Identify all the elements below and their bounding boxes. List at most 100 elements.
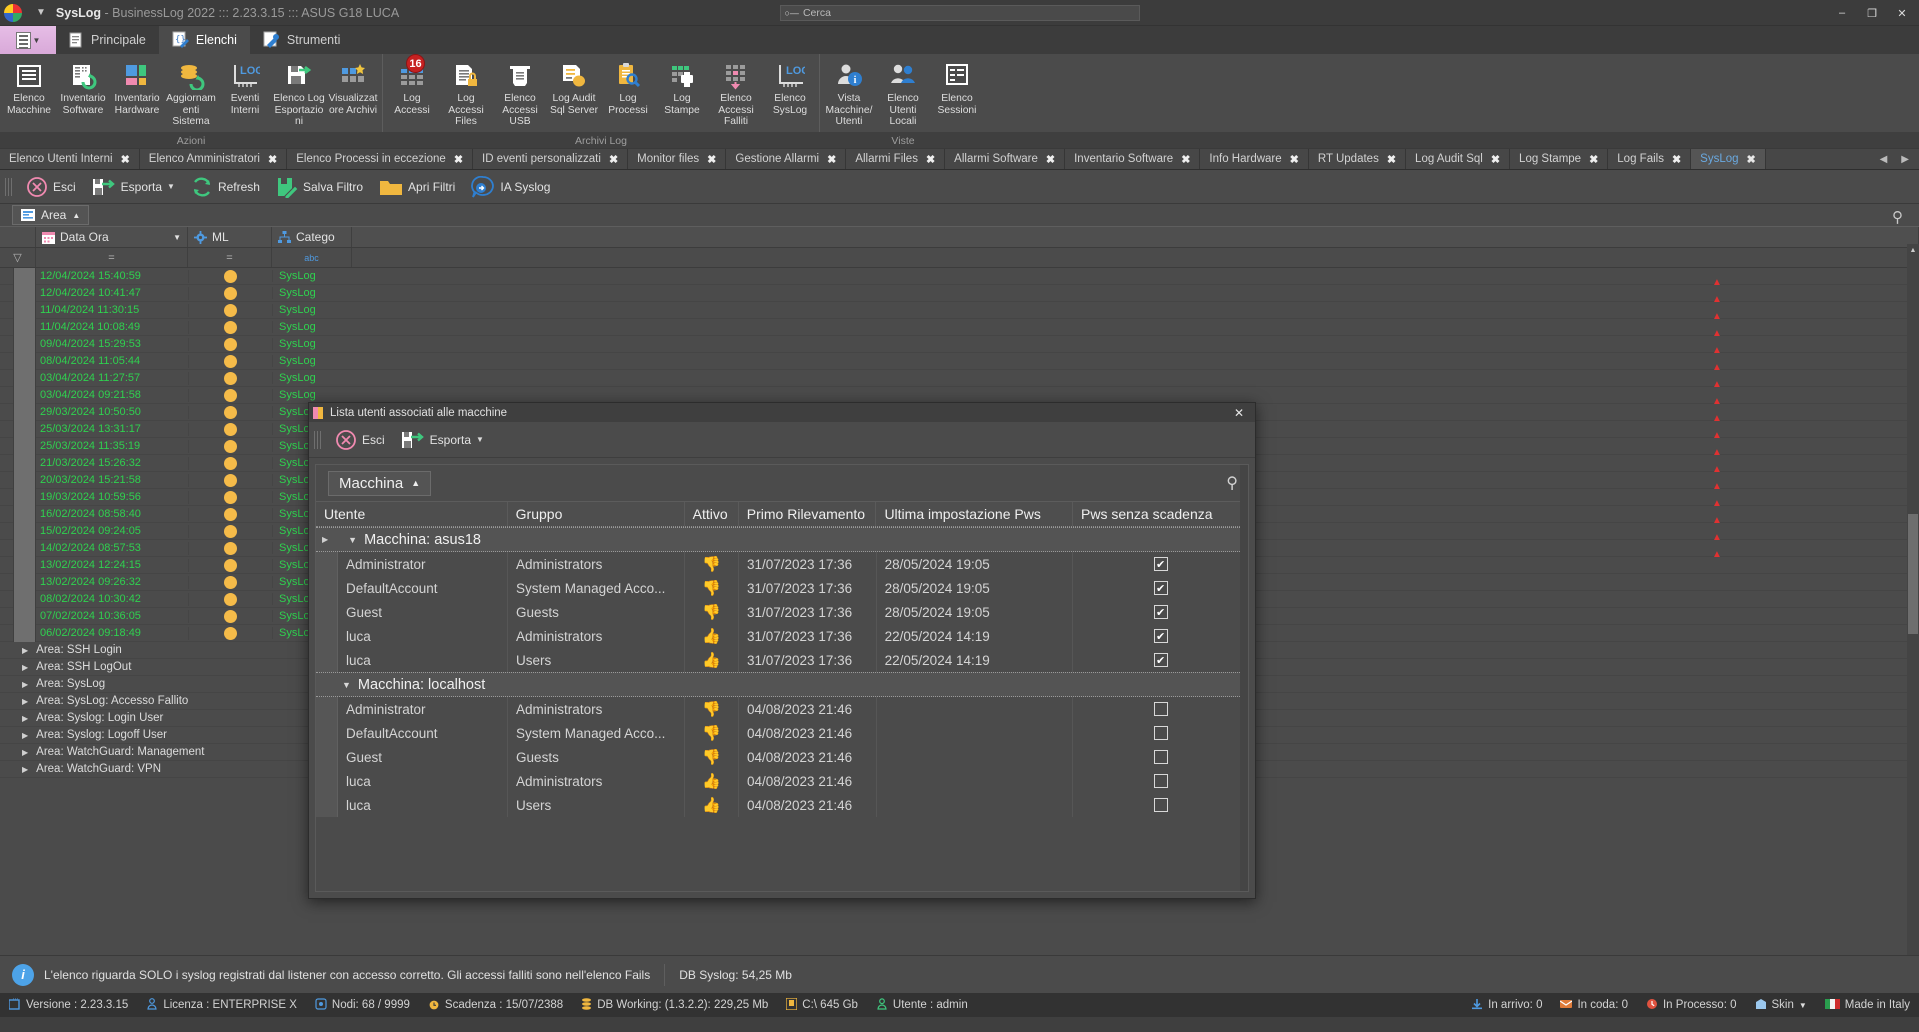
- chevron-down-icon[interactable]: ▼: [173, 233, 181, 242]
- pws-checkbox[interactable]: [1153, 750, 1168, 764]
- filter-cell-categoria[interactable]: abc: [272, 248, 352, 267]
- ribbon-button-aggiornamenti-sistema[interactable]: Aggiornamenti Sistema: [164, 54, 218, 132]
- pws-checkbox[interactable]: [1153, 726, 1168, 740]
- scroll-up-arrow[interactable]: ▲: [1907, 244, 1919, 256]
- file-menu-button[interactable]: ▼: [0, 26, 56, 54]
- document-tab-close-icon[interactable]: ✖: [1290, 153, 1299, 166]
- pws-checkbox[interactable]: ✔: [1153, 557, 1168, 571]
- dialog-toolbar-grip[interactable]: [314, 430, 322, 449]
- grid-row[interactable]: 03/04/2024 11:27:57 SysLog ▲: [0, 369, 1919, 390]
- pws-checkbox[interactable]: ✔: [1153, 605, 1168, 619]
- document-tab-close-icon[interactable]: ✖: [609, 153, 618, 166]
- ribbon-button-elenco-utenti-locali[interactable]: Elenco Utenti Locali: [876, 54, 930, 132]
- dialog-table-row[interactable]: DefaultAccount System Managed Acco... 👎 04/…: [316, 721, 1248, 745]
- dialog-button-esci[interactable]: Esci: [327, 425, 393, 455]
- dialog-button-esporta[interactable]: Esporta ▼: [393, 425, 492, 455]
- document-tab[interactable]: Elenco Amministratori ✖: [140, 149, 288, 169]
- ribbon-button-visualizzatore-archivi[interactable]: Visualizzatore Archivi: [326, 54, 380, 132]
- filter-cell-data-ora[interactable]: =: [36, 248, 188, 267]
- dialog-table-row[interactable]: luca Users 👍 31/07/2023 17:36 22/05/2024 14:…: [316, 648, 1248, 672]
- document-tab-close-icon[interactable]: ✖: [707, 153, 716, 166]
- row-selector[interactable]: [14, 607, 36, 625]
- document-tab-close-icon[interactable]: ✖: [827, 153, 836, 166]
- grid-row[interactable]: 12/04/2024 10:41:47 SysLog ▲: [0, 284, 1919, 305]
- ribbon-button-log-processi[interactable]: Log Processi: [601, 54, 655, 132]
- toolbar-button-esporta[interactable]: Esporta ▼: [84, 172, 183, 202]
- dialog-column-header[interactable]: Utente: [316, 502, 508, 526]
- toolbar-button-apri-filtri[interactable]: Apri Filtri: [371, 172, 463, 202]
- dialog-group-chip-macchina[interactable]: Macchina ▲: [328, 470, 432, 496]
- ribbon-button-elenco-macchine[interactable]: Elenco Macchine: [2, 54, 56, 132]
- dialog-column-header[interactable]: Attivo: [685, 502, 739, 526]
- expand-icon[interactable]: ▶: [22, 663, 28, 672]
- ribbon-button-log-accessi[interactable]: 16 Log Accessi: [385, 54, 439, 132]
- grid-header-ml[interactable]: ML: [188, 227, 272, 247]
- dialog-column-header[interactable]: Primo Rilevamento: [739, 502, 877, 526]
- ribbon-button-elenco-accessi-usb[interactable]: Elenco Accessi USB: [493, 54, 547, 132]
- document-tab[interactable]: SysLog ✖: [1691, 149, 1766, 169]
- document-tab-close-icon[interactable]: ✖: [454, 153, 463, 166]
- pws-checkbox[interactable]: ✔: [1153, 581, 1168, 595]
- dialog-table-row[interactable]: luca Administrators 👍 31/07/2023 17:36 22/05…: [316, 624, 1248, 648]
- expand-icon[interactable]: ▶: [22, 697, 28, 706]
- row-selector[interactable]: [14, 335, 36, 353]
- tab-scroll-prev-icon[interactable]: ◀: [1880, 154, 1888, 165]
- grid-row[interactable]: 12/04/2024 15:40:59 SysLog ▲: [0, 268, 1919, 288]
- row-selector[interactable]: [14, 352, 36, 370]
- grid-header-categoria[interactable]: Catego: [272, 227, 352, 247]
- minimize-button[interactable]: –: [1827, 1, 1857, 25]
- pws-checkbox[interactable]: ✔: [1153, 653, 1168, 667]
- row-selector[interactable]: [14, 590, 36, 608]
- group-chip-area[interactable]: Area ▲: [12, 205, 90, 225]
- filter-funnel-icon[interactable]: ▽: [0, 248, 36, 267]
- ribbon-button-log-audit-sql-server[interactable]: Log Audit Sql Server: [547, 54, 601, 132]
- row-selector[interactable]: [14, 522, 36, 540]
- dialog-scrollbar[interactable]: [1240, 465, 1248, 891]
- grid-row[interactable]: 11/04/2024 11:30:15 SysLog ▲: [0, 301, 1919, 322]
- dialog-group-header[interactable]: ▼ Macchina: localhost: [316, 672, 1248, 697]
- row-selector[interactable]: [14, 403, 36, 421]
- ribbon-button-log-stampe[interactable]: Log Stampe: [655, 54, 709, 132]
- maximize-button[interactable]: ❐: [1857, 1, 1887, 25]
- dialog-column-header[interactable]: Pws senza scadenza: [1073, 502, 1248, 526]
- pws-checkbox[interactable]: [1153, 702, 1168, 716]
- global-search-input[interactable]: ○— Cerca: [779, 4, 1140, 21]
- ribbon-button-inventario-hardware[interactable]: Inventario Hardware: [110, 54, 164, 132]
- toolbar-button-refresh[interactable]: Refresh: [183, 172, 268, 202]
- dialog-close-button[interactable]: ✕: [1227, 406, 1251, 420]
- expand-icon[interactable]: ▶: [22, 748, 28, 757]
- ribbon-button-inventario-software[interactable]: Inventario Software: [56, 54, 110, 132]
- row-selector[interactable]: [14, 301, 36, 319]
- dialog-table-row[interactable]: luca Users 👍 04/08/2023 21:46: [316, 793, 1248, 817]
- row-selector[interactable]: [14, 420, 36, 438]
- quick-access-caret-icon[interactable]: ▼: [36, 7, 46, 18]
- document-tab-close-icon[interactable]: ✖: [1672, 153, 1681, 166]
- row-selector[interactable]: [14, 488, 36, 506]
- row-selector[interactable]: [14, 386, 36, 404]
- filter-cell-ml[interactable]: =: [188, 248, 272, 267]
- ribbon-button-eventi-interni[interactable]: LOG Eventi Interni: [218, 54, 272, 132]
- toolbar-button-salva-filtro[interactable]: Salva Filtro: [268, 172, 371, 202]
- toolbar-grip[interactable]: [5, 177, 13, 196]
- row-selector[interactable]: [14, 318, 36, 336]
- document-tab[interactable]: Info Hardware ✖: [1200, 149, 1309, 169]
- row-selector[interactable]: [14, 471, 36, 489]
- row-selector[interactable]: [14, 454, 36, 472]
- pws-checkbox[interactable]: [1153, 798, 1168, 812]
- document-tab-close-icon[interactable]: ✖: [926, 153, 935, 166]
- ribbon-button-elenco-log-esportazioni[interactable]: Elenco Log Esportazioni: [272, 54, 326, 132]
- document-tab[interactable]: Elenco Processi in eccezione ✖: [287, 149, 474, 169]
- dialog-table-row[interactable]: Guest Guests 👎 04/08/2023 21:46: [316, 745, 1248, 769]
- document-tab[interactable]: Inventario Software ✖: [1065, 149, 1201, 169]
- dialog-column-header[interactable]: Gruppo: [508, 502, 685, 526]
- expand-icon[interactable]: ▶: [22, 731, 28, 740]
- pws-checkbox[interactable]: ✔: [1153, 629, 1168, 643]
- toolbar-button-ia-syslog[interactable]: IA Syslog: [463, 172, 558, 202]
- status-item-skin[interactable]: Skin ▼: [1746, 998, 1816, 1013]
- grid-search-icon[interactable]: ⚲: [1892, 208, 1903, 226]
- row-selector[interactable]: [14, 573, 36, 591]
- row-selector[interactable]: [14, 505, 36, 523]
- expand-icon[interactable]: ▶: [22, 714, 28, 723]
- dialog-group-header[interactable]: ▶ ▼ Macchina: asus18: [316, 527, 1248, 552]
- document-tab-close-icon[interactable]: ✖: [268, 153, 277, 166]
